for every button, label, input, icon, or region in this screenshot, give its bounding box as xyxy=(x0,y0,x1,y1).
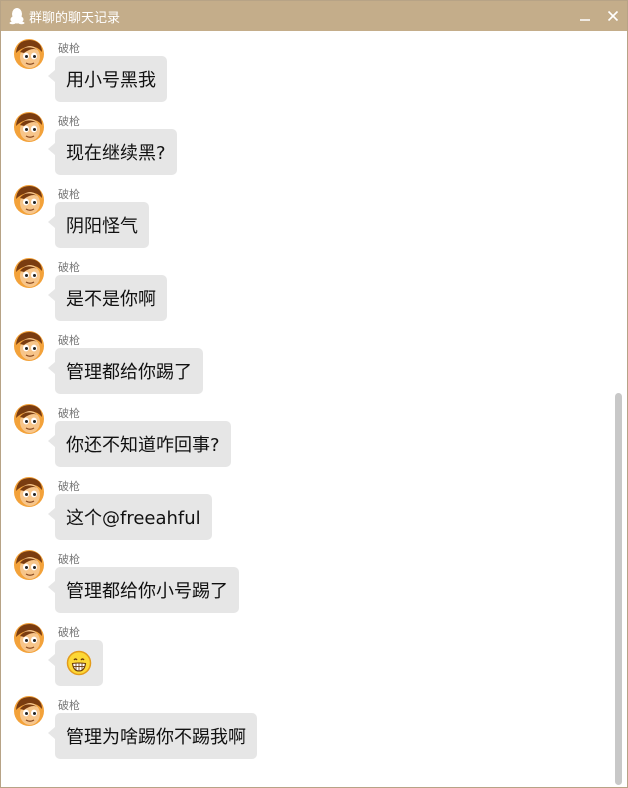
scrollbar-thumb[interactable] xyxy=(615,393,622,785)
message-bubble[interactable]: 用小号黑我 xyxy=(48,56,167,102)
message-bubble[interactable] xyxy=(48,640,103,686)
message-bubble[interactable]: 现在继续黑? xyxy=(48,129,177,175)
message-bubble[interactable]: 管理为啥踢你不踢我啊 xyxy=(48,713,257,759)
sender-name: 破枪 xyxy=(58,115,80,128)
message-bubble[interactable]: 管理都给你小号踢了 xyxy=(48,567,239,613)
message-item: 破枪 管理为啥踢你不踢我啊 xyxy=(1,688,615,761)
message-item: 破枪 管理都给你小号踢了 xyxy=(1,542,615,615)
message-item: 破枪 管理都给你踢了 xyxy=(1,323,615,396)
avatar[interactable] xyxy=(13,111,45,143)
message-item: 破枪 是不是你啊 xyxy=(1,250,615,323)
message-bubble[interactable]: 管理都给你踢了 xyxy=(48,348,203,394)
message-bubble[interactable]: 你还不知道咋回事? xyxy=(48,421,231,467)
vertical-scrollbar[interactable] xyxy=(615,31,623,787)
sender-name: 破枪 xyxy=(58,699,80,712)
grinning-face-emoji xyxy=(66,650,92,676)
sender-name: 破枪 xyxy=(58,626,80,639)
avatar[interactable] xyxy=(13,476,45,508)
avatar[interactable] xyxy=(13,184,45,216)
message-list[interactable]: 破枪 用小号黑我 破枪 现在继续黑? 破枪 阴阳怪气 破枪 是不是你啊 破枪 管… xyxy=(1,31,615,787)
sender-name: 破枪 xyxy=(58,188,80,201)
avatar[interactable] xyxy=(13,549,45,581)
sender-name: 破枪 xyxy=(58,407,80,420)
message-bubble[interactable]: 这个@freeahful xyxy=(48,494,212,540)
avatar[interactable] xyxy=(13,38,45,70)
window-title: 群聊的聊天记录 xyxy=(29,10,121,26)
sender-name: 破枪 xyxy=(58,553,80,566)
message-item: 破枪 用小号黑我 xyxy=(1,31,615,104)
title-bar[interactable]: 群聊的聊天记录 xyxy=(1,1,627,31)
sender-name: 破枪 xyxy=(58,261,80,274)
avatar[interactable] xyxy=(13,622,45,654)
chat-history-window: 群聊的聊天记录 破枪 用小号黑我 破枪 现在继续黑? 破枪 阴阳怪气 破枪 是不… xyxy=(0,0,628,788)
sender-name: 破枪 xyxy=(58,334,80,347)
sender-name: 破枪 xyxy=(58,42,80,55)
avatar[interactable] xyxy=(13,403,45,435)
message-item: 破枪 现在继续黑? xyxy=(1,104,615,177)
message-item: 破枪 xyxy=(1,615,615,688)
close-icon xyxy=(607,10,619,22)
sender-name: 破枪 xyxy=(58,480,80,493)
message-bubble[interactable]: 阴阳怪气 xyxy=(48,202,149,248)
message-item: 破枪 阴阳怪气 xyxy=(1,177,615,250)
qq-penguin-icon xyxy=(9,8,25,25)
avatar[interactable] xyxy=(13,257,45,289)
message-item: 破枪 你还不知道咋回事? xyxy=(1,396,615,469)
avatar[interactable] xyxy=(13,695,45,727)
message-bubble[interactable]: 是不是你啊 xyxy=(48,275,167,321)
message-item: 破枪 这个@freeahful xyxy=(1,469,615,542)
minimize-icon xyxy=(580,19,590,21)
avatar[interactable] xyxy=(13,330,45,362)
close-button[interactable] xyxy=(599,1,627,31)
minimize-button[interactable] xyxy=(571,1,599,31)
